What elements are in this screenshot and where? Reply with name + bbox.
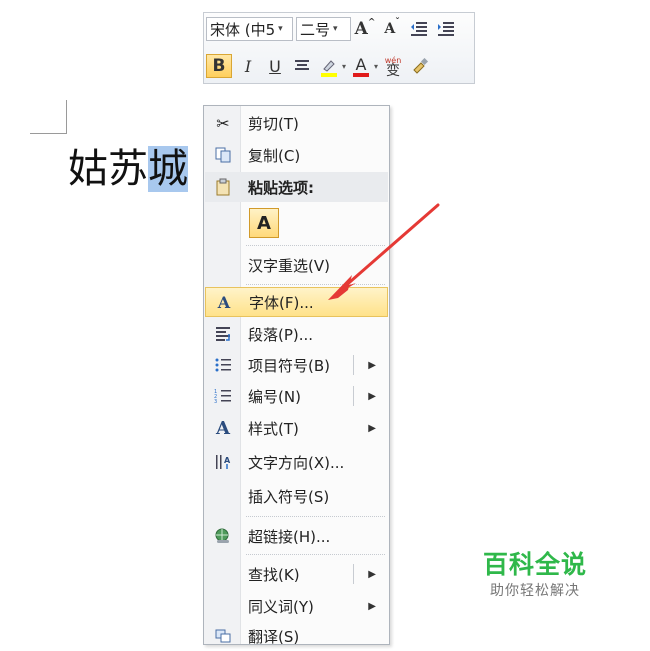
translate-icon [211, 624, 235, 648]
format-painter-button[interactable] [409, 54, 431, 78]
svg-text:A: A [224, 456, 231, 465]
highlighter-icon [323, 60, 335, 72]
submenu-arrow-icon[interactable]: ▶ [368, 569, 376, 580]
paragraph-icon [211, 322, 235, 346]
split-separator [353, 355, 354, 375]
paste-keep-text-only-button[interactable]: A [249, 208, 279, 238]
menu-item-paragraph[interactable]: 段落(P)... [205, 319, 388, 349]
phonetic-guide-button[interactable]: wén 变 [382, 54, 404, 78]
split-separator [353, 564, 354, 584]
submenu-arrow-icon[interactable]: ▶ [368, 360, 376, 371]
globe-link-icon [211, 524, 235, 548]
page-margin-mark-horizontal [30, 133, 66, 134]
menu-item-label: 复制(C) [248, 146, 301, 165]
menu-item-numbering[interactable]: 123 编号(N) ▶ [205, 381, 388, 411]
bullet-list-icon [211, 353, 235, 377]
menu-item-bullets[interactable]: 项目符号(B) ▶ [205, 350, 388, 380]
copy-icon [211, 143, 235, 167]
menu-item-label: 插入符号(S) [248, 487, 330, 506]
watermark-title: 百科全说 [483, 550, 588, 579]
shrink-font-button[interactable]: Aˇ [381, 17, 403, 41]
menu-item-label: 编号(N) [248, 387, 301, 406]
center-align-button[interactable] [291, 54, 313, 78]
caret-down-icon: ˇ [395, 18, 400, 28]
split-separator [353, 386, 354, 406]
context-menu: ✂ 剪切(T) 复制(C) 粘贴选项: A 汉字重选(V) A 字体(F)...… [203, 105, 390, 646]
chevron-down-icon[interactable]: ▾ [374, 62, 378, 71]
document-text-plain[interactable]: 姑苏 [68, 146, 148, 192]
underline-button[interactable]: U [264, 54, 286, 78]
menu-item-reconvert[interactable]: 汉字重选(V) [205, 250, 388, 280]
shrink-font-label: A [384, 21, 396, 37]
text-direction-icon: A [211, 450, 235, 474]
menu-item-cut[interactable]: ✂ 剪切(T) [205, 108, 388, 138]
format-painter-icon [413, 58, 429, 74]
caret-up-icon: ^ [367, 18, 376, 28]
grow-font-label: A [354, 19, 368, 39]
menu-item-label: 超链接(H)... [248, 527, 331, 546]
menu-item-label: 同义词(Y) [248, 597, 314, 616]
svg-text:3: 3 [214, 399, 217, 405]
menu-separator [246, 284, 385, 286]
page-margin-mark-vertical [66, 100, 67, 134]
chevron-down-icon: ▾ [278, 24, 283, 34]
font-icon: A [217, 292, 231, 312]
menu-item-text-direction[interactable]: A 文字方向(X)... [205, 447, 388, 477]
font-color-button[interactable]: A [350, 54, 372, 78]
font-name-combo[interactable]: 宋体 (中5 ▾ [206, 17, 293, 41]
menu-item-label: 汉字重选(V) [248, 256, 330, 275]
chevron-down-icon: ▾ [333, 24, 338, 34]
menu-item-label: 剪切(T) [248, 114, 299, 133]
decrease-indent-icon [411, 22, 427, 36]
menu-item-label: 段落(P)... [248, 325, 314, 344]
scissors-icon: ✂ [216, 113, 230, 133]
font-color-label: A [355, 54, 367, 74]
submenu-arrow-icon[interactable]: ▶ [368, 601, 376, 612]
menu-item-label: 项目符号(B) [248, 356, 330, 375]
menu-separator [246, 554, 385, 556]
document-text-selected[interactable]: 城 [148, 146, 188, 192]
watermark-subtitle: 助你轻松解决 [490, 583, 580, 599]
menu-item-translate[interactable]: 翻译(S) [205, 621, 388, 651]
submenu-arrow-icon[interactable]: ▶ [368, 391, 376, 402]
paste-options-header: 粘贴选项: [205, 172, 388, 202]
styles-icon: A [216, 417, 230, 439]
menu-item-label: 字体(F)... [249, 293, 314, 312]
menu-item-label: 粘贴选项: [248, 178, 314, 197]
document-text[interactable]: 姑苏城 [68, 140, 188, 198]
menu-item-synonyms[interactable]: 同义词(Y) ▶ [205, 591, 388, 621]
menu-item-hyperlink[interactable]: 超链接(H)... [205, 521, 388, 551]
highlight-button[interactable] [318, 54, 340, 78]
align-center-icon [295, 60, 309, 70]
menu-item-styles[interactable]: A 样式(T) ▶ [205, 413, 388, 443]
font-color-bar [353, 73, 370, 77]
menu-item-insert-symbol[interactable]: 插入符号(S) [205, 481, 388, 511]
phonetic-char: 变 [386, 63, 401, 79]
italic-button[interactable]: I [237, 54, 259, 78]
bold-button[interactable]: B [206, 54, 232, 78]
menu-item-copy[interactable]: 复制(C) [205, 140, 388, 170]
menu-item-label: 查找(K) [248, 565, 300, 584]
numbered-list-icon: 123 [211, 384, 235, 408]
menu-separator [246, 245, 385, 247]
chevron-down-icon[interactable]: ▾ [342, 62, 346, 71]
decrease-indent-button[interactable] [408, 17, 430, 41]
submenu-arrow-icon[interactable]: ▶ [368, 423, 376, 434]
menu-item-label: 样式(T) [248, 419, 299, 438]
font-name-value: 宋体 (中5 [210, 20, 276, 39]
increase-indent-button[interactable] [435, 17, 457, 41]
menu-item-label: 翻译(S) [248, 627, 300, 646]
highlight-color-bar [321, 73, 337, 77]
menu-item-font[interactable]: A 字体(F)... [205, 287, 388, 317]
font-size-combo[interactable]: 二号 ▾ [296, 17, 351, 41]
menu-item-lookup[interactable]: 查找(K) ▶ [205, 559, 388, 589]
menu-item-label: 文字方向(X)... [248, 453, 345, 472]
font-size-value: 二号 [300, 20, 331, 39]
mini-toolbar: 宋体 (中5 ▾ 二号 ▾ A ^ Aˇ B I U ▾ A ▾ wén 变 [203, 12, 475, 84]
grow-font-button[interactable]: A ^ [354, 17, 376, 41]
menu-separator [246, 516, 385, 518]
clipboard-icon [211, 175, 235, 199]
increase-indent-icon [438, 22, 454, 36]
